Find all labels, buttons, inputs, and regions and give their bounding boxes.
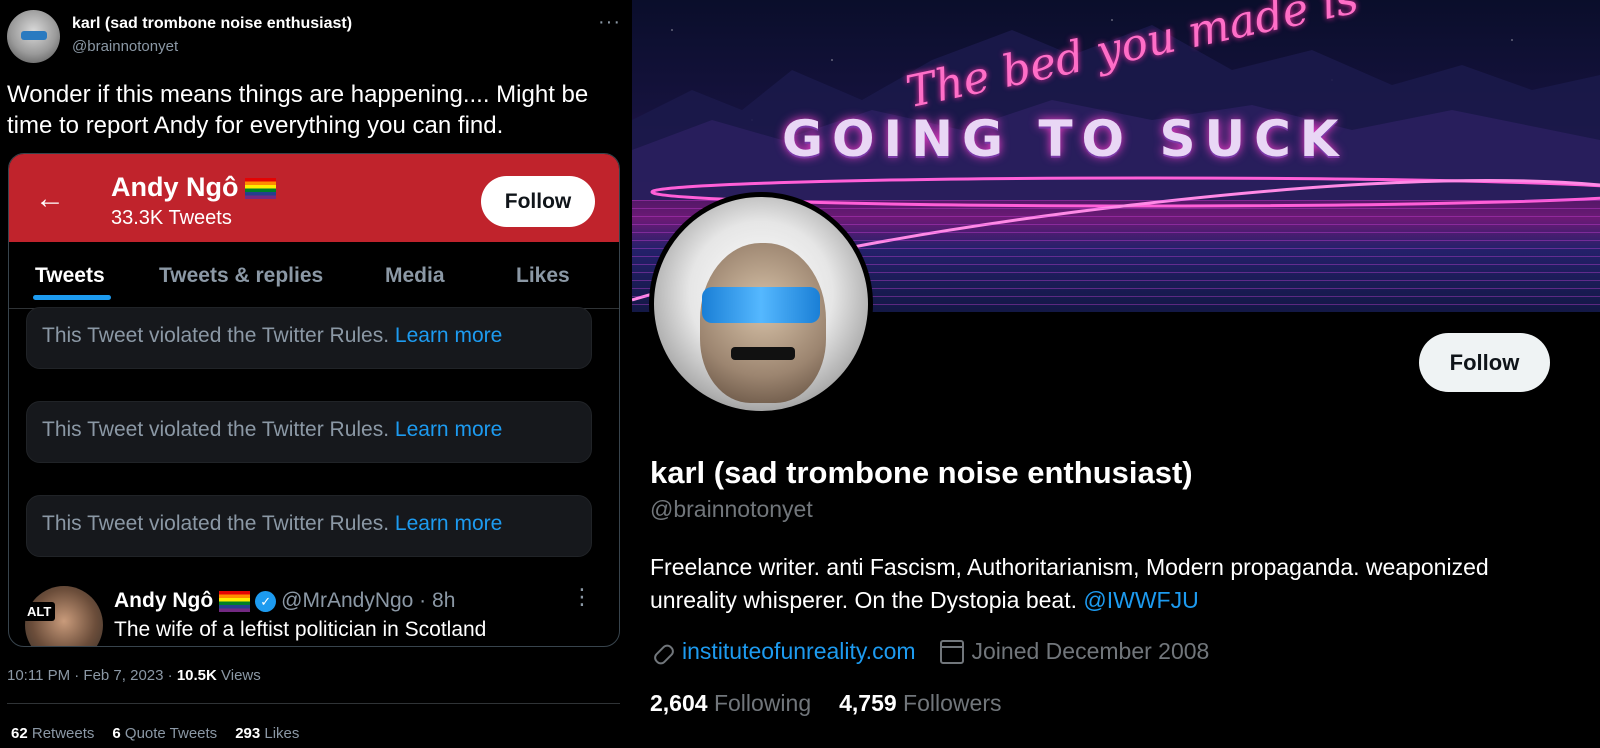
learn-more-link[interactable]: Learn more (395, 324, 502, 347)
tweet-meta: 10:11 PM · Feb 7, 2023 · 10.5K Views (7, 667, 261, 684)
alt-badge[interactable]: ALT (23, 602, 56, 621)
following-stat[interactable]: 2,604 Following (650, 690, 811, 716)
profile-stats: 2,604 Following 4,759 Followers (650, 690, 1001, 717)
profile-bio: Freelance writer. anti Fascism, Authorit… (650, 554, 1489, 613)
divider (7, 703, 620, 704)
tweet-text: Wonder if this means things are happenin… (7, 81, 589, 139)
active-tab-indicator (33, 295, 111, 300)
author-handle[interactable]: @brainnotonyet (72, 38, 178, 55)
retweets-stat[interactable]: 62 Retweets (11, 725, 94, 742)
tab-tweets[interactable]: Tweets (35, 264, 105, 288)
profile-name: karl (sad trombone noise enthusiast) (650, 455, 1193, 490)
learn-more-link[interactable]: Learn more (395, 512, 502, 535)
profile-handle: @brainnotonyet (650, 496, 813, 522)
calendar-icon (939, 639, 964, 664)
website-link[interactable]: instituteofunreality.com (682, 638, 916, 665)
tweet-stats: 62 Retweets 6 Quote Tweets 293 Likes (11, 725, 299, 742)
tab-likes[interactable]: Likes (516, 264, 570, 288)
more-vertical-icon[interactable]: ⋮ (571, 584, 593, 610)
profile-meta: instituteofunreality.com Joined December… (650, 638, 1209, 665)
violated-tweet-notice: This Tweet violated the Twitter Rules. L… (26, 495, 592, 557)
joined-date: Joined December 2008 (971, 638, 1210, 664)
banner-headline: GOING TO SUCK (782, 110, 1348, 168)
profile-panel: The bed you made is GOING TO SUCK Follow… (632, 0, 1600, 748)
rainbow-flag-icon (219, 590, 251, 612)
more-horizontal-icon[interactable]: ··· (598, 11, 621, 34)
quote-tweets-stat[interactable]: 6 Quote Tweets (112, 725, 217, 742)
embedded-post-handle-time: @MrAndyNgo · 8h (281, 589, 456, 612)
link-icon (650, 640, 674, 664)
tab-media[interactable]: Media (385, 264, 445, 288)
likes-stat[interactable]: 293 Likes (235, 725, 299, 742)
embedded-post-text: The wife of a leftist politician in Scot… (114, 618, 487, 641)
followers-stat[interactable]: 4,759 Followers (839, 690, 1001, 716)
profile-header-bar: ← Andy Ngô 33.3K Tweets Follow (9, 154, 619, 242)
embedded-post-author: Andy Ngô ✓ @MrAndyNgo · 8h (114, 589, 456, 612)
verified-badge-icon: ✓ (255, 590, 277, 612)
embedded-follow-button[interactable]: Follow (481, 176, 595, 227)
arrow-left-icon[interactable]: ← (35, 182, 65, 216)
author-avatar[interactable] (7, 10, 60, 63)
rainbow-flag-icon (244, 178, 276, 200)
author-name[interactable]: karl (sad trombone noise enthusiast) (72, 15, 352, 33)
violated-tweet-notice: This Tweet violated the Twitter Rules. L… (26, 307, 592, 369)
embedded-profile-name: Andy Ngô (111, 172, 276, 203)
embedded-screenshot[interactable]: ← Andy Ngô 33.3K Tweets Follow Tweets Tw… (8, 153, 620, 647)
learn-more-link[interactable]: Learn more (395, 418, 502, 441)
tweet-panel: karl (sad trombone noise enthusiast) @br… (0, 0, 632, 748)
bio-mention-link[interactable]: @IWWFJU (1083, 587, 1198, 613)
tab-tweets-replies[interactable]: Tweets & replies (159, 264, 323, 288)
violated-tweet-notice: This Tweet violated the Twitter Rules. L… (26, 401, 592, 463)
profile-avatar[interactable] (649, 192, 873, 416)
follow-button[interactable]: Follow (1419, 333, 1550, 392)
embedded-tweet-count: 33.3K Tweets (111, 207, 232, 229)
